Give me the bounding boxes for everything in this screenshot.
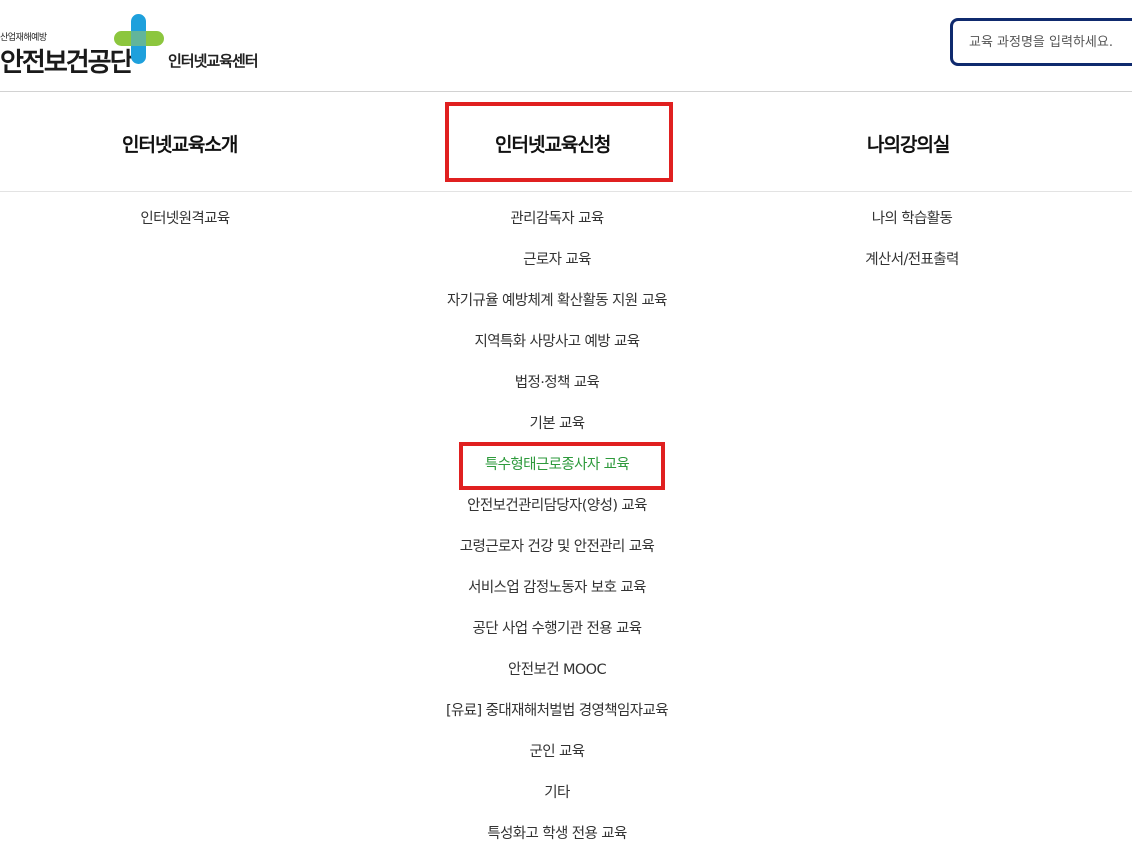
submenu-item[interactable]: 고령근로자 건강 및 안전관리 교육 [407, 527, 707, 568]
submenu-item[interactable]: 나의 학습활동 [762, 199, 1062, 240]
submenu-item[interactable]: 안전보건관리담당자(양성) 교육 [407, 486, 707, 527]
submenu-item[interactable]: 서비스업 감정노동자 보호 교육 [407, 568, 707, 609]
submenu-item[interactable]: 계산서/전표출력 [762, 240, 1062, 281]
submenu-item[interactable]: 자기규율 예방체계 확산활동 지원 교육 [407, 281, 707, 322]
submenu-item[interactable]: 특성화고 학생 전용 교육 [407, 814, 707, 855]
main-nav: 인터넷교육소개 인터넷교육신청 나의강의실 [0, 92, 1132, 192]
submenu-item[interactable]: [유료] 중대재해처벌법 경영책임자교육 [407, 691, 707, 732]
submenu-item[interactable]: 지역특화 사망사고 예방 교육 [407, 322, 707, 363]
submenu-item[interactable]: 군인 교육 [407, 732, 707, 773]
submenu-intro: 인터넷원격교육 [35, 192, 335, 240]
submenu-item[interactable]: 기타 [407, 773, 707, 814]
nav-internet-education-intro[interactable]: 인터넷교육소개 [122, 130, 238, 157]
nav-highlight-box [445, 102, 673, 182]
submenu-item[interactable]: 기본 교육 [407, 404, 707, 445]
submenu-item[interactable]: 인터넷원격교육 [35, 199, 335, 240]
site-header: 산업재해예방 안전보건공단 인터넷교육센터 [0, 0, 1132, 92]
submenu-item[interactable]: 법정·정책 교육 [407, 363, 707, 404]
submenu-apply: 관리감독자 교육 근로자 교육 자기규율 예방체계 확산활동 지원 교육 지역특화 사… [407, 192, 707, 855]
submenu-highlight-box [459, 442, 665, 490]
submenu-classroom: 나의 학습활동 계산서/전표출력 [762, 192, 1062, 281]
submenu-item[interactable]: 안전보건 MOOC [407, 650, 707, 691]
logo-cross-icon [114, 14, 164, 64]
course-search-input[interactable] [950, 18, 1132, 66]
submenu-item[interactable]: 공단 사업 수행기관 전용 교육 [407, 609, 707, 650]
logo-title[interactable]: 안전보건공단 [0, 42, 134, 79]
logo-center-name: 인터넷교육센터 [168, 52, 259, 70]
submenu-item[interactable]: 관리감독자 교육 [407, 199, 707, 240]
submenu-item[interactable]: 근로자 교육 [407, 240, 707, 281]
nav-my-classroom[interactable]: 나의강의실 [867, 130, 950, 157]
